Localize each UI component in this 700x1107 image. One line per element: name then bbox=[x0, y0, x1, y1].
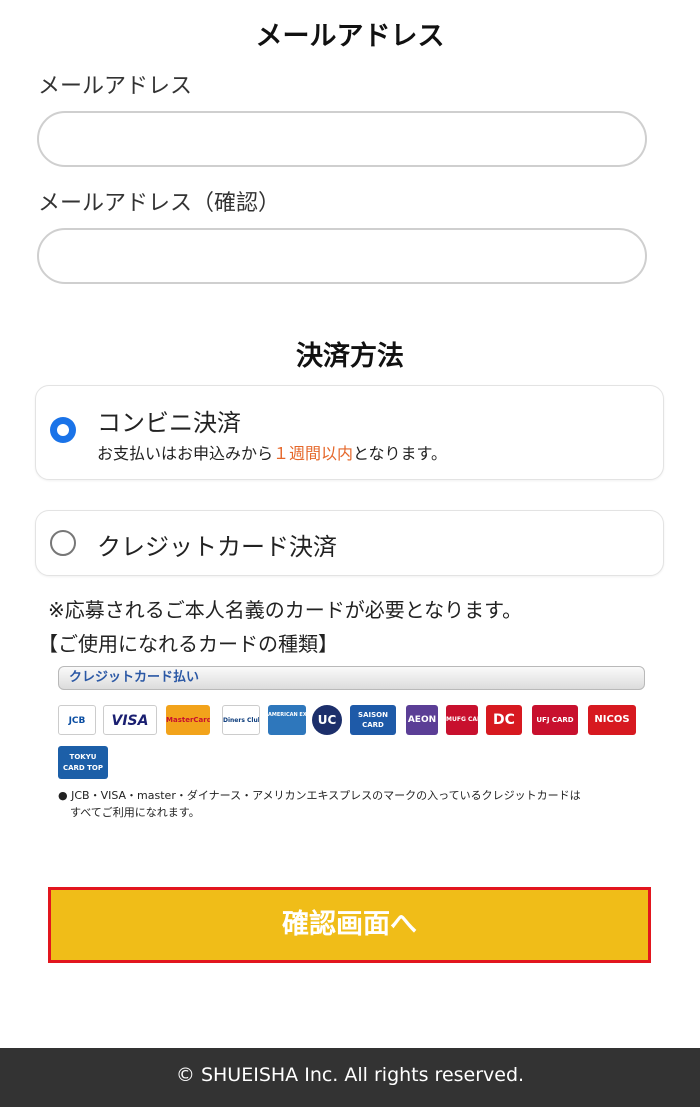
mastercard-logo: MasterCard bbox=[166, 705, 210, 735]
card-types-heading: 【ご使用になれるカードの種類】 bbox=[38, 632, 338, 656]
aeon-logo: AEON bbox=[406, 705, 438, 735]
radio-unselected-icon[interactable] bbox=[50, 530, 76, 556]
payment-deadline-highlight: １週間以内 bbox=[273, 444, 354, 463]
footer-copyright: © SHUEISHA Inc. All rights reserved. bbox=[0, 1048, 700, 1107]
card-owner-notice: ※応募されるご本人名義のカードが必要となります。 bbox=[48, 598, 523, 622]
radio-selected-icon[interactable] bbox=[50, 417, 76, 443]
credit-card-bar: クレジットカード払い bbox=[58, 666, 645, 690]
ufj-logo: UFJ CARD bbox=[532, 705, 578, 735]
payment-option-credit-card[interactable]: クレジットカード決済 bbox=[35, 510, 664, 576]
email-label: メールアドレス bbox=[38, 74, 193, 99]
jcb-logo: JCB bbox=[58, 705, 96, 735]
email-confirm-label: メールアドレス（確認） bbox=[38, 191, 281, 216]
uc-logo: UC bbox=[312, 705, 342, 735]
saison-logo: SAISON CARD bbox=[350, 705, 396, 735]
email-input[interactable] bbox=[37, 111, 647, 167]
amex-logo: AMERICAN EXPRESS bbox=[268, 705, 306, 735]
email-section-title: メールアドレス bbox=[255, 21, 445, 52]
nicos-logo: NICOS bbox=[588, 705, 636, 735]
card-note-line: ● JCB・VISA・master・ダイナース・アメリカンエキスプレスのマークの… bbox=[58, 789, 581, 802]
email-confirm-input[interactable] bbox=[37, 228, 647, 284]
tokyu-card-logo: TOKYU CARD TOP bbox=[58, 746, 108, 779]
payment-section-title: 決済方法 bbox=[296, 341, 404, 372]
mufg-logo: MUFG CARD bbox=[446, 705, 478, 735]
payment-option-label: クレジットカード決済 bbox=[97, 533, 337, 561]
card-usage-note: ● JCB・VISA・master・ダイナース・アメリカンエキスプレスのマークの… bbox=[58, 787, 638, 821]
card-note-line: すべてご利用になれます。 bbox=[70, 806, 200, 819]
payment-option-convenience[interactable]: コンビニ決済 お支払いはお申込みから１週間以内となります。 bbox=[35, 385, 664, 480]
confirm-screen-button[interactable]: 確認画面へ bbox=[48, 887, 651, 963]
dc-logo: DC bbox=[486, 705, 522, 735]
payment-option-description: お支払いはお申込みから１週間以内となります。 bbox=[97, 444, 447, 463]
payment-option-label: コンビニ決済 bbox=[97, 409, 241, 437]
diners-logo: Diners Club bbox=[222, 705, 260, 735]
visa-logo: VISA bbox=[103, 705, 157, 735]
